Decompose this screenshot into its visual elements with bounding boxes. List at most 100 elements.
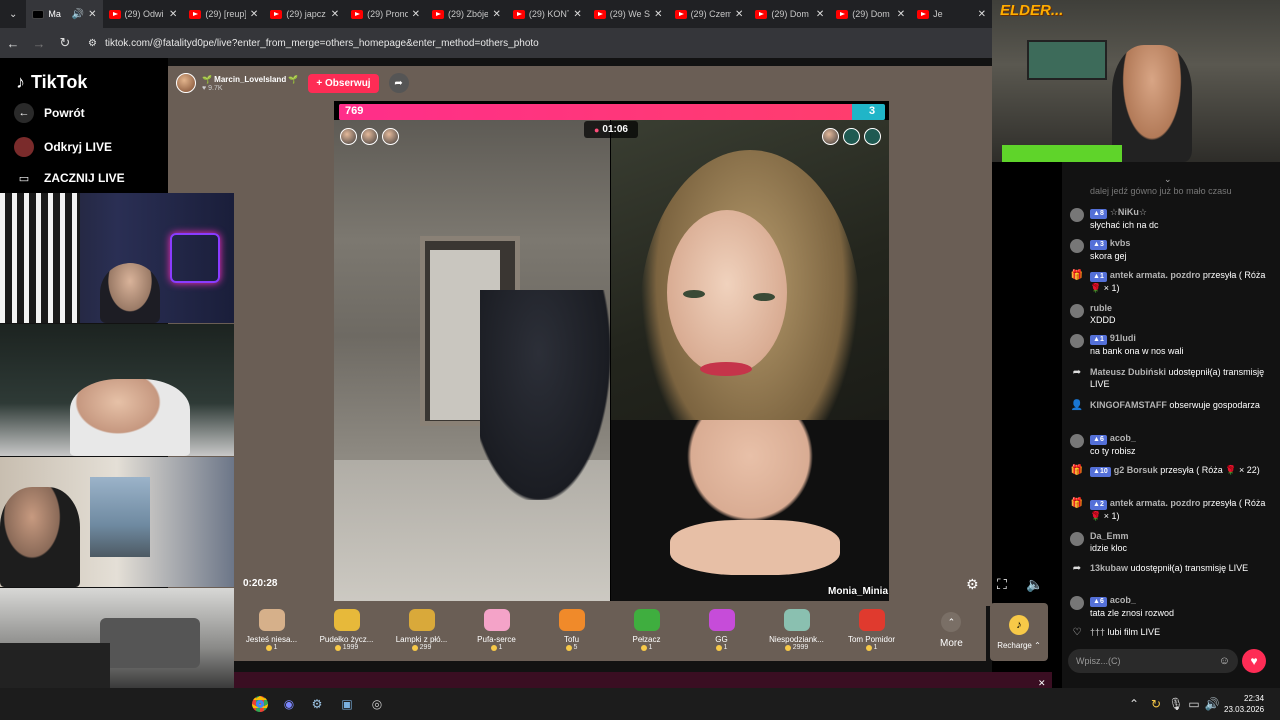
- coin-icon: [565, 644, 572, 651]
- forward-icon[interactable]: →: [26, 36, 52, 51]
- site-info-icon[interactable]: ⚙: [88, 38, 97, 49]
- browser-tab[interactable]: (29) japcz ✕: [264, 0, 345, 28]
- url-field[interactable]: ⚙ tiktok.com/@fatalityd0pe/live?enter_fr…: [88, 31, 539, 55]
- reload-icon[interactable]: ↻: [52, 35, 78, 51]
- chat-username: †††: [1090, 627, 1106, 637]
- more-gifts-button[interactable]: ⌃ More: [940, 612, 963, 649]
- fullscreen-icon[interactable]: ⛶: [997, 576, 1007, 593]
- gift-item[interactable]: Niespodziank... 2999: [759, 603, 834, 661]
- close-tab-icon[interactable]: ✕: [816, 9, 824, 20]
- chat-avatar: [1070, 434, 1084, 448]
- browser-tab[interactable]: (29) Prono ✕: [345, 0, 426, 28]
- chat-message[interactable]: 🎁 ▲2 antek armata. pozdro przesyła ( Róża …: [1070, 497, 1270, 522]
- chat-message[interactable]: ▲3 kvbs skora gej: [1070, 237, 1270, 262]
- gift-item[interactable]: Pudełko życz... 1999: [309, 603, 384, 661]
- chat-message[interactable]: ▲1 91ludi na bank ona w nos wali: [1070, 332, 1270, 357]
- close-tab-icon[interactable]: ✕: [412, 9, 420, 20]
- chat-message[interactable]: Da_Emm idzie kloc: [1070, 530, 1270, 554]
- browser-tab[interactable]: (29) Odwi ✕: [103, 0, 184, 28]
- chat-message[interactable]: ▲6 acob_ tata zle znosi rozwod: [1070, 594, 1270, 619]
- follow-button[interactable]: + Obserwuj: [308, 73, 379, 93]
- browser-tab[interactable]: Ma 🔊 ✕: [26, 0, 103, 28]
- settings-icon[interactable]: ⚙: [966, 576, 979, 593]
- chevron-down-icon[interactable]: ⌄: [1164, 174, 1172, 185]
- close-tab-icon[interactable]: ✕: [492, 9, 500, 20]
- chat-message[interactable]: 🎁 ▲10 g2 Borsuk przesyła ( Róża 🌹 × 22): [1070, 464, 1270, 477]
- chat-username: acob_: [1109, 433, 1136, 443]
- back-icon[interactable]: ←: [0, 36, 26, 51]
- host-avatar[interactable]: [176, 73, 196, 93]
- host-info[interactable]: 🌱 Marcin_Lovelsland 🌱 ♥ 9.7K: [202, 75, 298, 92]
- partner-name[interactable]: Monia_Minia: [828, 586, 888, 597]
- team-avatar-empty[interactable]: [843, 128, 860, 145]
- volume-icon[interactable]: 🔈: [1026, 576, 1043, 593]
- emoji-icon[interactable]: ☺: [1219, 655, 1230, 667]
- gift-item[interactable]: Pufa-serce 1: [459, 603, 534, 661]
- chat-avatar: [1070, 532, 1084, 546]
- chevron-up-icon[interactable]: ⌃: [1124, 694, 1144, 714]
- like-heart-button[interactable]: ♥: [1242, 649, 1266, 673]
- close-tab-icon[interactable]: ✕: [735, 9, 743, 20]
- back-link[interactable]: ← Powrót: [14, 103, 85, 123]
- level-value: 6: [1099, 598, 1104, 605]
- browser-tab[interactable]: (29) Zbóje ✕: [426, 0, 507, 28]
- browser-tab[interactable]: Je ✕: [911, 0, 992, 28]
- microphone-icon[interactable]: 🎙: [1166, 694, 1186, 714]
- recharge-button[interactable]: ♪ Recharge ⌃: [990, 603, 1048, 661]
- close-tab-icon[interactable]: ✕: [169, 9, 177, 20]
- level-badge: ▲3: [1090, 240, 1107, 250]
- speaker-icon[interactable]: 🔊: [1202, 694, 1222, 714]
- chat-message[interactable]: ▲6 acob_ co ty robisz: [1070, 432, 1270, 457]
- obs-icon[interactable]: ◎: [367, 694, 387, 714]
- team-avatar[interactable]: [361, 128, 378, 145]
- browser-tab[interactable]: (29) Dom ✕: [830, 0, 911, 28]
- browser-tab[interactable]: (29) We S ✕: [588, 0, 669, 28]
- team-avatar[interactable]: [382, 128, 399, 145]
- gift-item[interactable]: Tom Pomidor 1: [834, 603, 909, 661]
- browser-tab[interactable]: (29) Czem ✕: [669, 0, 750, 28]
- gift-item[interactable]: Pełzacz 1: [609, 603, 684, 661]
- close-tab-icon[interactable]: ✕: [897, 9, 905, 20]
- chat-message[interactable]: 🎁 ▲1 antek armata. pozdro przesyła ( Róża …: [1070, 269, 1270, 294]
- browser-tab[interactable]: (29) [reup] ✕: [183, 0, 264, 28]
- chat-input[interactable]: Wpisz...(C) ☺: [1068, 649, 1238, 673]
- close-tab-icon[interactable]: ✕: [978, 9, 986, 20]
- close-tab-icon[interactable]: ✕: [331, 9, 339, 20]
- gift-name: Lampki z płó...: [395, 635, 448, 644]
- close-tab-icon[interactable]: ✕: [573, 9, 581, 20]
- chrome-icon[interactable]: [250, 694, 270, 714]
- sidebar-item-start-live[interactable]: ▭ ZACZNIJ LIVE: [14, 168, 125, 188]
- app-icon[interactable]: ▣: [337, 694, 357, 714]
- chat-username: ruble: [1090, 303, 1113, 313]
- sidebar-item-discover-live[interactable]: Odkryj LIVE: [14, 137, 112, 157]
- system-clock[interactable]: 22:34 23.03.2026: [1224, 693, 1264, 715]
- chat-message[interactable]: ➦ Mateusz Dubiński udostępnił(a) transmis…: [1070, 366, 1270, 390]
- gift-item[interactable]: Tofu 5: [534, 603, 609, 661]
- steam-icon[interactable]: ⚙: [307, 694, 327, 714]
- close-tab-icon[interactable]: ✕: [654, 9, 662, 20]
- mute-icon[interactable]: 🔊: [72, 9, 84, 20]
- chat-message[interactable]: ruble XDDD: [1070, 302, 1270, 326]
- share-icon[interactable]: ➦: [388, 73, 409, 93]
- team-avatar[interactable]: [340, 128, 357, 145]
- address-bar: ← → ↻ ⚙ tiktok.com/@fatalityd0pe/live?en…: [0, 28, 992, 58]
- tiktok-logo[interactable]: ♪ TikTok: [16, 72, 87, 93]
- chat-message[interactable]: ➦ 13kubaw udostępnił(a) transmisję LIVE: [1070, 562, 1270, 575]
- chat-message[interactable]: ▲8 ☆NiKu☆ słychać ich na dc: [1070, 206, 1270, 231]
- network-icon[interactable]: ▭: [1184, 694, 1204, 714]
- chat-message[interactable]: ♡ ††† lubi film LIVE: [1070, 626, 1270, 639]
- gift-item[interactable]: Jesteś niesa... 1: [234, 603, 309, 661]
- browser-tab[interactable]: (29) Dom ✕: [749, 0, 830, 28]
- sync-icon[interactable]: ↻: [1146, 694, 1166, 714]
- chat-message[interactable]: 👤 KINGOFAMSTAFF obserwuje gospodarza: [1070, 399, 1270, 412]
- gift-item[interactable]: GG 1: [684, 603, 759, 661]
- close-tab-icon[interactable]: ✕: [250, 9, 258, 20]
- close-tab-icon[interactable]: ✕: [88, 9, 96, 20]
- team-avatar-empty[interactable]: [864, 128, 881, 145]
- team-avatar[interactable]: [822, 128, 839, 145]
- tab-search-icon[interactable]: ⌄: [0, 9, 26, 20]
- discord-icon[interactable]: ◉: [279, 694, 299, 714]
- gift-item[interactable]: Lampki z płó... 299: [384, 603, 459, 661]
- coin-icon: [784, 644, 791, 651]
- browser-tab[interactable]: (29) KONT ✕: [507, 0, 588, 28]
